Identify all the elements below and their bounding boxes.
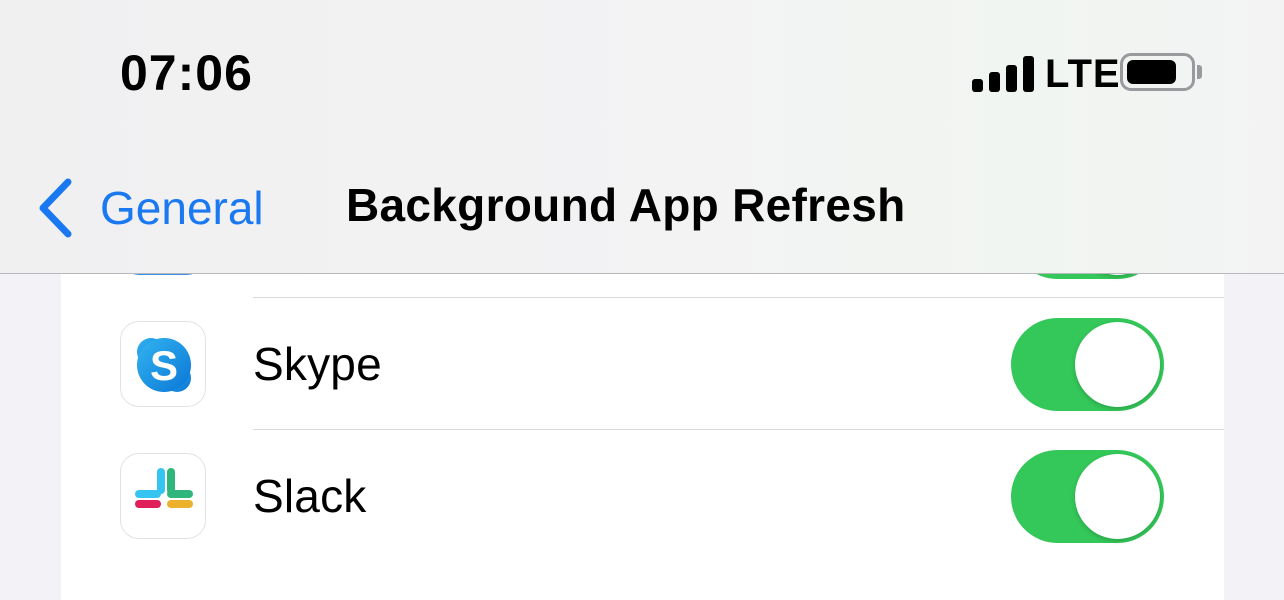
network-type-label: LTE [1045, 52, 1121, 96]
cellular-signal-icon [972, 56, 1034, 92]
list-item-slack: Slack [61, 430, 1224, 562]
slack-refresh-toggle[interactable] [1011, 450, 1164, 543]
app-name-label: Slack [253, 470, 367, 522]
app-name-label: Skype [253, 338, 382, 390]
list-item-skype: S Skype [61, 298, 1224, 430]
back-button-label: General [100, 182, 264, 234]
skype-refresh-toggle[interactable] [1011, 318, 1164, 411]
svg-text:S: S [150, 342, 178, 389]
navigation-header: 07:06 LTE General Background App Refresh [0, 0, 1284, 274]
chevron-left-icon [39, 178, 72, 238]
battery-icon [1120, 53, 1195, 91]
toggle-knob [1075, 454, 1160, 539]
skype-icon: S [120, 321, 206, 407]
toggle-knob [1075, 322, 1160, 407]
battery-level [1127, 60, 1176, 84]
slack-icon [120, 453, 206, 539]
back-button[interactable]: General [36, 170, 264, 246]
status-time: 07:06 [120, 45, 253, 101]
page-title: Background App Refresh [346, 179, 906, 231]
battery-cap [1197, 65, 1202, 79]
